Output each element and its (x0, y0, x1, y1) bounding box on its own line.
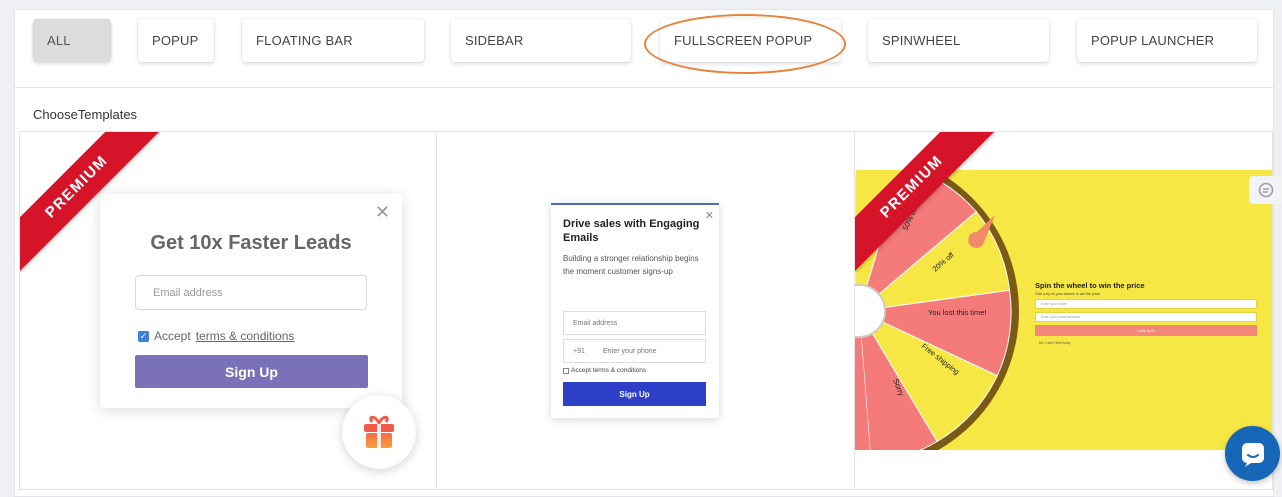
spinwheel-form: Spin the wheel to win the price Give a t… (1035, 281, 1257, 345)
template-category-tabs: ALL POPUP FLOATING BAR SIDEBAR FULLSCREE… (15, 10, 1273, 88)
phone-code: +91 (573, 347, 585, 355)
popup-preview: ✕ Drive sales with Engaging Emails Build… (551, 203, 719, 418)
tab-floating-bar[interactable]: FLOATING BAR (242, 19, 424, 62)
templates-panel: ALL POPUP FLOATING BAR SIDEBAR FULLSCREE… (14, 9, 1274, 497)
premium-ribbon-label: PREMIUM (855, 132, 995, 272)
phone-field: +91 Enter your phone (563, 339, 706, 363)
checkbox-checked-icon: ✓ (138, 330, 149, 342)
tab-popup[interactable]: POPUP (138, 19, 214, 62)
accept-label: Accept terms & conditions (571, 367, 647, 374)
premium-ribbon-label: PREMIUM (20, 132, 160, 272)
popup-title: Drive sales with Engaging Emails (563, 218, 700, 244)
terms-checkbox-row: Accept terms & conditions (563, 367, 646, 374)
popup-subtitle: Building a stronger relationship begins … (563, 254, 699, 276)
template-card-1[interactable]: PREMIUM ✕ Get 10x Faster Leads Email add… (19, 131, 437, 490)
terms-link: terms & conditions (195, 329, 295, 343)
spinwheel-title: Spin the wheel to win the price (1035, 281, 1145, 290)
close-icon: ✕ (374, 202, 390, 222)
grammarly-icon[interactable] (1249, 176, 1282, 204)
signup-button: Sign Up (563, 382, 706, 406)
gift-icon (342, 395, 416, 469)
spinwheel-subtitle: Give a try on your chance to win the pri… (1035, 292, 1101, 296)
tab-all[interactable]: ALL (33, 19, 111, 62)
wheel-slice-label: You lost this time! (928, 308, 987, 317)
section-title: ChooseTemplates (33, 107, 138, 122)
email-field: Email address (135, 275, 367, 310)
email-field: Enter your email address (1035, 312, 1257, 322)
checkbox-icon (563, 367, 569, 374)
template-card-3[interactable]: 50% off 20% off You lost this time! Free… (854, 131, 1273, 490)
email-field: Email address (563, 311, 706, 335)
template-card-2[interactable]: ✕ Drive sales with Engaging Emails Build… (436, 131, 855, 490)
name-field: Enter your name (1035, 299, 1257, 309)
phone-placeholder: Enter your phone (602, 347, 657, 355)
terms-checkbox-row: ✓ Accept terms & conditions (138, 329, 294, 343)
tab-sidebar[interactable]: SIDEBAR (451, 19, 631, 62)
spin-button: Let's Spin (1035, 325, 1257, 336)
tab-spinwheel[interactable]: SPINWHEEL (868, 19, 1049, 62)
chat-icon[interactable] (1225, 426, 1280, 481)
premium-ribbon: PREMIUM (855, 132, 995, 272)
premium-ribbon: PREMIUM (20, 132, 160, 272)
close-icon: ✕ (704, 210, 714, 222)
decline-link: No, I don't feel lucky (1039, 341, 1071, 345)
tab-popup-launcher[interactable]: POPUP LAUNCHER (1077, 19, 1257, 62)
accept-label: Accept (154, 329, 191, 343)
signup-button: Sign Up (135, 355, 368, 388)
tab-fullscreen-popup[interactable]: FULLSCREEN POPUP (660, 19, 841, 62)
